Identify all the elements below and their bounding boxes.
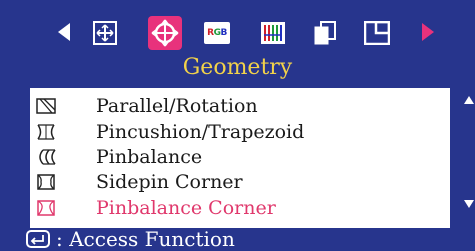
geometry-icon[interactable]: [148, 16, 182, 50]
menu-item-label: Sidepin Corner: [96, 171, 243, 193]
rgb-g-text: G: [213, 27, 221, 38]
setup-icon[interactable]: [308, 16, 342, 50]
previous-arrow-icon[interactable]: [58, 23, 70, 41]
rgb-b-text: B: [220, 27, 227, 38]
menu-item-label: Pinbalance: [96, 146, 203, 168]
icon-bar: RGB: [0, 14, 475, 56]
geometry-item-list: Parallel/Rotation Pincushion/Trapezoid P…: [30, 88, 450, 228]
menu-item-parallel-rotation[interactable]: Parallel/Rotation: [30, 94, 450, 118]
menu-item-label: Parallel/Rotation: [96, 95, 258, 117]
osd-menu: RGB Geometry Parallel/Rotation Pincushio…: [0, 0, 475, 250]
position-icon[interactable]: [88, 16, 122, 50]
rgb-color-icon[interactable]: RGB: [200, 16, 234, 50]
window-icon[interactable]: [360, 16, 394, 50]
menu-item-label: Pinbalance Corner: [96, 197, 276, 219]
menu-item-label: Pincushion/Trapezoid: [96, 121, 305, 143]
parallel-rotation-icon: [36, 98, 56, 114]
footer-text: : Access Function: [56, 227, 235, 251]
convergence-icon[interactable]: [256, 16, 290, 50]
pincushion-trapezoid-icon: [37, 124, 55, 140]
pinbalance-icon: [39, 149, 56, 165]
sidepin-corner-icon: [37, 174, 55, 190]
menu-item-pinbalance[interactable]: Pinbalance: [30, 145, 450, 169]
next-arrow-icon[interactable]: [422, 23, 434, 41]
scroll-down-arrow-icon[interactable]: [464, 200, 474, 208]
enter-key-icon: [26, 230, 50, 248]
menu-item-sidepin-corner[interactable]: Sidepin Corner: [30, 170, 450, 194]
menu-title: Geometry: [182, 55, 293, 80]
pinbalance-corner-icon: [37, 200, 55, 216]
scroll-up-arrow-icon[interactable]: [464, 96, 474, 104]
menu-item-pincushion-trapezoid[interactable]: Pincushion/Trapezoid: [30, 120, 450, 144]
footer-hint: : Access Function: [26, 228, 235, 250]
menu-item-pinbalance-corner[interactable]: Pinbalance Corner: [30, 196, 450, 220]
